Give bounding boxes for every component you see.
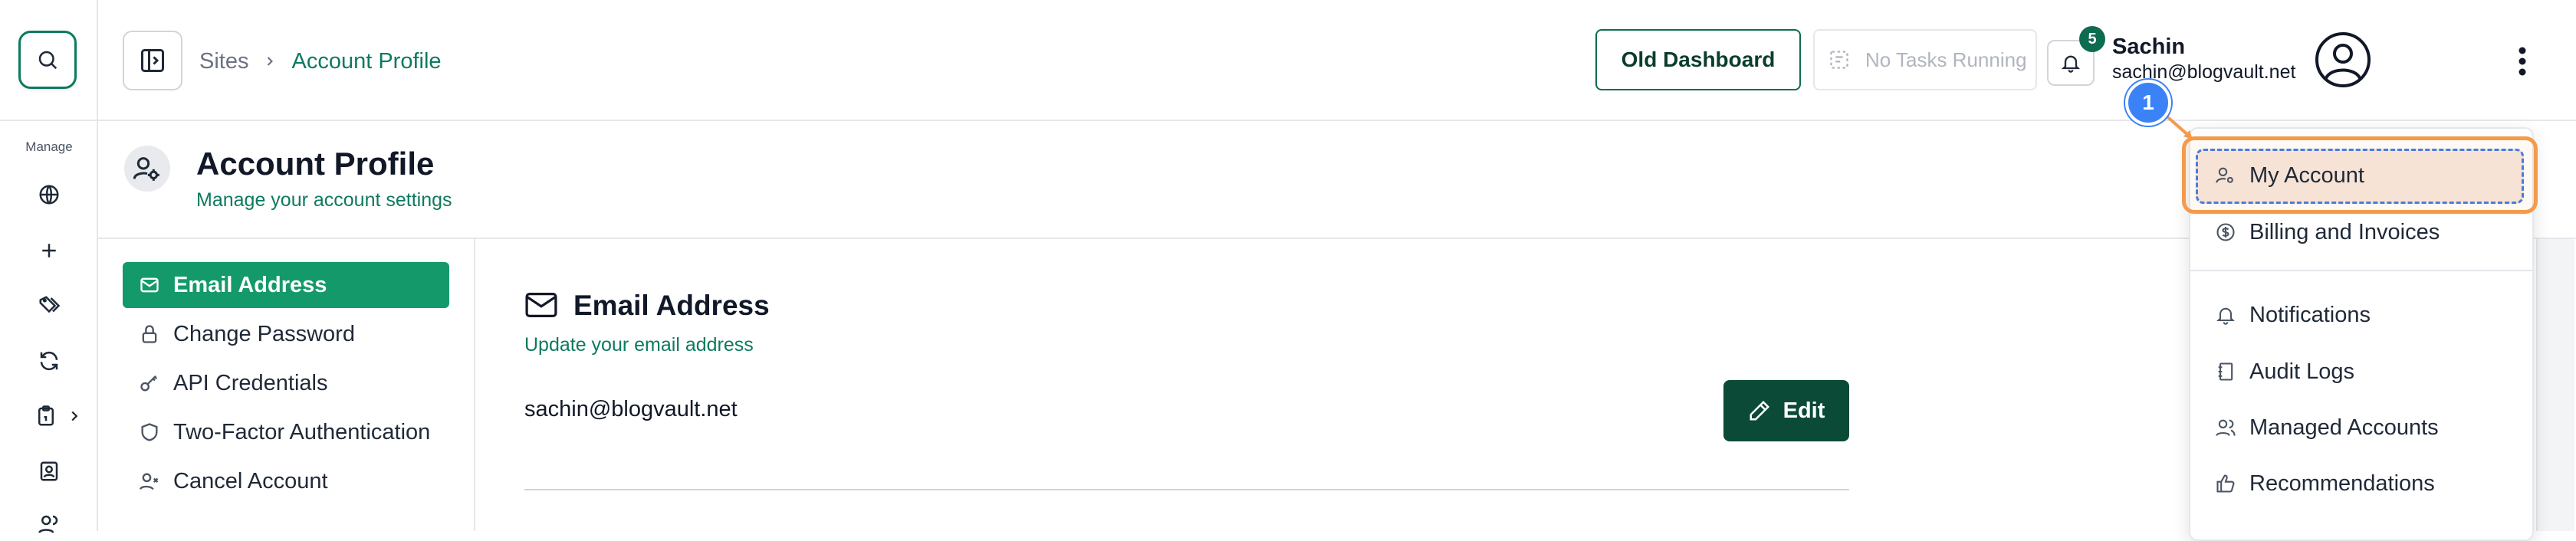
menu-item-billing[interactable]: Billing and Invoices [2203, 208, 2525, 256]
menu-item-audit-logs[interactable]: Audit Logs [2203, 348, 2525, 395]
bell-icon [2061, 55, 2081, 73]
tasks-icon [1829, 49, 1850, 70]
step-number-badge: 1 [2125, 80, 2171, 126]
bell-icon [2213, 302, 2239, 328]
globe-icon[interactable] [34, 179, 64, 210]
avatar[interactable] [2314, 31, 2372, 89]
menu-item-label: Audit Logs [2249, 359, 2355, 384]
breadcrumb-sites-link[interactable]: Sites [199, 49, 248, 74]
tasks-status-button[interactable]: No Tasks Running [1813, 29, 2037, 90]
tags-icon[interactable] [34, 290, 64, 321]
menu-item-my-account[interactable]: My Account [2203, 152, 2525, 199]
tasks-status-label: No Tasks Running [1865, 48, 2027, 71]
menu-item-label: Recommendations [2249, 471, 2435, 496]
menu-separator [2190, 270, 2532, 271]
email-section-title: Email Address [573, 290, 770, 321]
user-email: sachin@blogvault.net [2112, 61, 2296, 83]
settings-nav: Email Address Change Password API Creden… [123, 262, 449, 507]
contact-card-icon[interactable] [34, 456, 64, 487]
refresh-icon[interactable] [34, 346, 64, 376]
settings-nav-2fa[interactable]: Two-Factor Authentication [123, 409, 449, 455]
rail-section-label: Manage [25, 139, 73, 154]
old-dashboard-button[interactable]: Old Dashboard [1595, 29, 1801, 90]
menu-item-managed-accounts[interactable]: Managed Accounts [2203, 404, 2525, 451]
email-section-subtitle: Update your email address [524, 334, 754, 356]
settings-nav-label: Two-Factor Authentication [173, 419, 431, 444]
sidebar-toggle-button[interactable] [123, 31, 182, 90]
breadcrumb-current: Account Profile [291, 48, 442, 74]
settings-nav-email[interactable]: Email Address [123, 262, 449, 308]
menu-item-recommendations[interactable]: Recommendations [2203, 460, 2525, 507]
menu-item-label: Billing and Invoices [2249, 219, 2440, 244]
search-icon[interactable] [18, 31, 77, 89]
edit-email-button[interactable]: Edit [1723, 380, 1849, 441]
email-section-divider [524, 489, 1849, 490]
thumbs-up-icon [2213, 471, 2239, 497]
user-x-icon [136, 468, 163, 494]
nav-divider [474, 239, 475, 531]
menu-item-label: My Account [2249, 162, 2364, 188]
rail-divider [0, 120, 98, 121]
settings-nav-label: Change Password [173, 321, 355, 346]
chevron-right-icon[interactable] [66, 406, 83, 426]
user-name: Sachin [2112, 34, 2186, 59]
menu-item-notifications[interactable]: Notifications [2203, 291, 2525, 339]
left-rail: Manage [0, 0, 98, 533]
breadcrumb: Sites Account Profile [199, 46, 442, 77]
user-cog-icon [2213, 162, 2239, 189]
page-subtitle: Manage your account settings [196, 189, 452, 211]
scrollbar[interactable] [2536, 239, 2574, 531]
page-title: Account Profile [196, 146, 435, 182]
mail-icon [136, 272, 163, 298]
notifications-count-badge: 5 [2079, 26, 2105, 52]
settings-nav-cancel[interactable]: Cancel Account [123, 458, 449, 504]
settings-nav-label: Cancel Account [173, 468, 328, 493]
step-connector-arrow [2162, 112, 2193, 139]
plus-icon[interactable] [34, 235, 64, 266]
edit-button-label: Edit [1783, 398, 1825, 423]
user-settings-icon [124, 146, 170, 192]
key-icon [136, 370, 163, 396]
users-icon [2213, 415, 2239, 441]
kebab-menu-icon[interactable] [2507, 44, 2538, 78]
menu-item-label: Managed Accounts [2249, 415, 2439, 440]
clipboard-icon[interactable] [31, 401, 61, 431]
menu-item-label: Notifications [2249, 302, 2371, 327]
dollar-circle-icon [2213, 219, 2239, 245]
chevron-right-icon [262, 52, 278, 70]
mail-icon [524, 291, 558, 319]
settings-nav-label: Email Address [173, 272, 327, 297]
shield-icon [136, 419, 163, 445]
users-icon[interactable] [34, 509, 64, 539]
top-header: Sites Account Profile [98, 0, 2576, 121]
settings-nav-api[interactable]: API Credentials [123, 360, 449, 406]
settings-nav-password[interactable]: Change Password [123, 311, 449, 357]
notebook-icon [2213, 359, 2239, 385]
settings-nav-label: API Credentials [173, 370, 328, 395]
current-email-value: sachin@blogvault.net [524, 397, 738, 421]
lock-icon [136, 321, 163, 347]
pencil-icon [1750, 400, 1769, 421]
